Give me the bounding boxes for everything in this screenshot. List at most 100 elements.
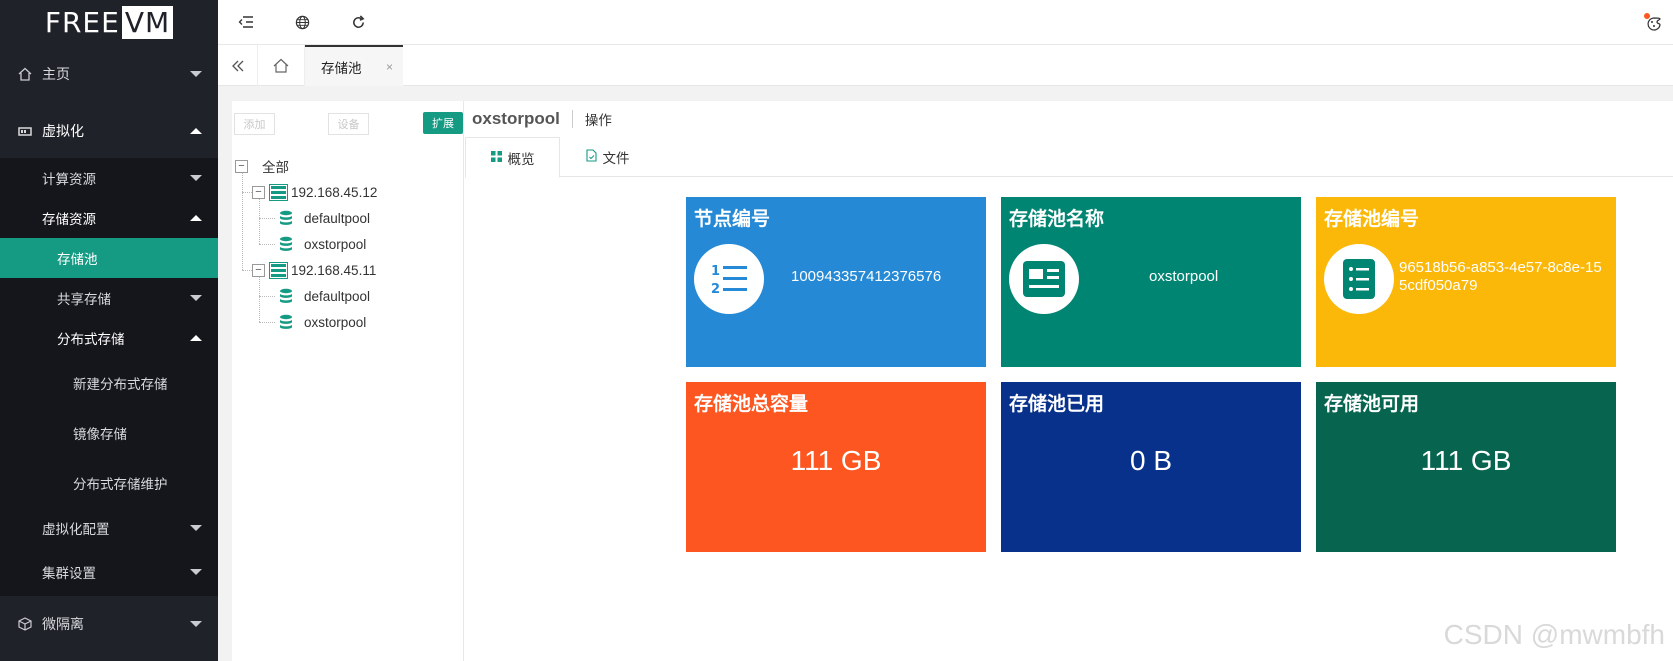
tree-node-pool[interactable]: defaultpool [232,205,463,231]
sidebar-item-label: 计算资源 [42,172,96,187]
total-capacity-value: 111 GB [790,445,882,476]
tree-node-pool[interactable]: oxstorpool [232,309,463,335]
page-tab-bar: 存储池 × [218,45,1673,86]
card-title: 存储池名称 [1009,209,1105,230]
sidebar-item-compute[interactable]: 计算资源 [0,158,218,198]
sidebar-item-distributed-maint[interactable]: 分布式存储维护 [0,458,218,508]
card-title: 存储池总容量 [694,394,809,415]
sidebar-item-micro-isolation[interactable]: 微隔离 [0,596,218,652]
database-icon [280,236,292,251]
top-toolbar [218,0,1673,45]
tree-node-root[interactable]: − 全部 [232,153,463,179]
sidebar-item-label: 虚拟化 [42,123,84,139]
sidebar-item-new-distributed[interactable]: 新建分布式存储 [0,358,218,408]
used-capacity-card: 存储池已用 0 B [1001,382,1301,552]
operation-link[interactable]: 操作 [585,109,612,129]
pool-id-card: 存储池编号 96518b56-a853-4e57-8c8e-155cdf050a… [1316,197,1616,367]
card-title: 节点编号 [694,209,771,230]
card-title: 存储池编号 [1324,209,1420,230]
tab-overview[interactable]: 概览 [465,137,560,178]
tree-node-label: oxstorpool [304,314,367,330]
card-title: 存储池可用 [1324,394,1420,415]
chevron-down-icon [190,71,202,77]
tab-label: 概览 [507,151,535,167]
refresh-icon[interactable] [330,0,386,45]
pool-id-value: 96518b56-a853-4e57-8c8e-155cdf050a79 [1399,259,1602,294]
chevron-up-icon [190,128,202,134]
sidebar-item-image-storage[interactable]: 镜像存储 [0,408,218,458]
sidebar-item-storage-pool[interactable]: 存储池 [0,238,218,278]
numbered-list-icon: 12 [694,244,764,314]
database-icon [280,314,292,329]
sidebar-item-shared-storage[interactable]: 共享存储 [0,278,218,318]
theme-palette-icon[interactable] [1643,12,1663,32]
file-icon [585,149,597,165]
tree-node-host[interactable]: − 192.168.45.11 [232,257,463,283]
tree-node-label: 全部 [262,160,289,175]
sidebar-item-label: 分布式存储维护 [73,477,168,492]
logo-vm: VM [121,5,174,39]
list-doc-icon [1324,244,1394,314]
sidebar-item-label: 存储池 [57,252,98,267]
svg-text:1: 1 [711,264,720,279]
extend-button[interactable]: 扩展 [423,112,463,134]
card-title: 存储池已用 [1009,394,1105,415]
node-id-card: 节点编号 12 100943357412376576 [686,197,986,367]
globe-icon[interactable] [274,0,330,45]
sidebar-item-distributed-storage[interactable]: 分布式存储 [0,318,218,358]
sidebar: FREE VM 主页 虚拟化 计算资源 存储资源 存储池 共享存储 分布式存储 … [0,0,218,661]
svg-text:2: 2 [711,282,720,297]
database-icon [280,210,292,225]
chevron-up-icon [190,215,202,221]
content-area: 添加 设备 扩展 − 全部 − 192.168.45.12 defaultpoo… [232,101,1673,661]
sidebar-item-label: 分布式存储 [57,332,125,347]
grid-icon [490,150,502,165]
close-icon[interactable]: × [386,60,393,74]
tab-home-icon[interactable] [258,45,305,86]
watermark: CSDN @mwmbfh [1443,619,1665,650]
available-capacity-value: 111 GB [1420,445,1512,476]
chevron-down-icon [190,175,202,181]
tab-label: 存储池 [321,60,362,76]
storage-tree: − 全部 − 192.168.45.12 defaultpool oxstorp… [232,153,463,335]
tab-storage-pool[interactable]: 存储池 × [305,45,403,86]
sidebar-item-label: 共享存储 [57,292,111,307]
collapse-toggle-icon[interactable]: − [252,263,265,277]
sidebar-item-label: 存储资源 [42,212,96,227]
sidebar-item-label: 主页 [42,66,70,82]
chevron-down-icon [190,295,202,301]
tab-files[interactable]: 文件 [560,137,655,177]
sidebar-item-virt-config[interactable]: 虚拟化配置 [0,508,218,548]
tree-node-label: defaultpool [304,288,371,304]
chevron-down-icon [190,621,202,627]
collapse-toggle-icon[interactable]: − [252,185,265,199]
server-rack-icon [269,183,288,201]
tabs-scroll-left-icon[interactable] [218,45,258,86]
add-button[interactable]: 添加 [234,113,275,135]
database-icon [280,288,292,303]
tab-label: 文件 [602,151,630,166]
divider [571,110,573,128]
sidebar-item-storage[interactable]: 存储资源 [0,198,218,238]
tree-node-label: oxstorpool [304,236,367,252]
sidebar-item-cluster-settings[interactable]: 集群设置 [0,548,218,596]
collapse-menu-icon[interactable] [218,0,274,45]
device-button[interactable]: 设备 [328,113,369,135]
collapse-toggle-icon[interactable]: − [235,159,248,173]
sidebar-item-label: 集群设置 [42,566,96,581]
available-capacity-card: 存储池可用 111 GB [1316,382,1616,552]
sidebar-item-home[interactable]: 主页 [0,44,218,104]
pool-name-card: 存储池名称 oxstorpool [1001,197,1301,367]
tree-toolbar: 添加 设备 扩展 [232,101,463,141]
total-capacity-card: 存储池总容量 111 GB [686,382,986,552]
sidebar-item-virtualization[interactable]: 虚拟化 [0,104,218,158]
server-icon [18,124,32,138]
tree-node-pool[interactable]: oxstorpool [232,231,463,257]
tree-node-label: defaultpool [304,210,371,226]
sidebar-item-label: 虚拟化配置 [42,522,110,537]
main-panel: oxstorpool 操作 概览 文件 节点编号 12 100943357412… [465,101,1673,661]
tree-node-host[interactable]: − 192.168.45.12 [232,179,463,205]
tree-node-label: 192.168.45.12 [291,184,378,200]
tree-node-pool[interactable]: defaultpool [232,283,463,309]
id-card-icon [1009,244,1079,314]
